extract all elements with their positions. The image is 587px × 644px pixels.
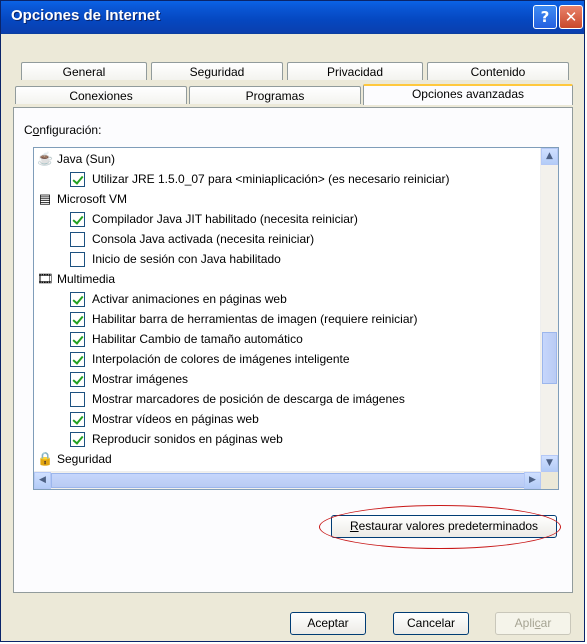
- settings-option-label: Mostrar vídeos en páginas web: [92, 412, 259, 426]
- checkbox[interactable]: [70, 212, 85, 227]
- title-bar[interactable]: Opciones de Internet ? ✕: [1, 1, 584, 34]
- settings-group-label: Seguridad: [57, 452, 112, 466]
- checkbox[interactable]: [70, 352, 85, 367]
- tab-seguridad[interactable]: Seguridad: [151, 62, 283, 80]
- settings-option-label: Habilitar Cambio de tamaño automático: [92, 332, 303, 346]
- tab-programas[interactable]: Programas: [189, 86, 361, 104]
- checkbox[interactable]: [70, 392, 85, 407]
- ok-button[interactable]: Aceptar: [290, 612, 366, 635]
- scroll-down-arrow-icon[interactable]: ▼: [541, 455, 558, 472]
- java-cup-icon: ☕: [37, 151, 54, 166]
- checkbox[interactable]: [70, 432, 85, 447]
- checkbox[interactable]: [70, 372, 85, 387]
- configuracion-label: Configuración:: [24, 123, 102, 137]
- tab-opciones-avanzadas[interactable]: Opciones avanzadas: [363, 84, 573, 105]
- scroll-left-arrow-icon[interactable]: ◀: [34, 472, 51, 489]
- settings-option-label: Mostrar marcadores de posición de descar…: [92, 392, 405, 406]
- tab-privacidad[interactable]: Privacidad: [287, 62, 423, 80]
- document-icon: ▤: [38, 191, 52, 206]
- tab-general[interactable]: General: [21, 62, 147, 80]
- multimedia-icon: 🎞: [37, 271, 54, 286]
- lock-icon: 🔒: [37, 451, 54, 466]
- settings-option-label: Compilador Java JIT habilitado (necesita…: [92, 212, 358, 226]
- vertical-scroll-thumb[interactable]: [542, 332, 557, 384]
- settings-group-label: Microsoft VM: [57, 192, 128, 206]
- settings-option-label: Consola Java activada (necesita reinicia…: [92, 232, 315, 246]
- settings-listbox[interactable]: ☕ Java (Sun) Utilizar JRE 1.5.0_07 para <m…: [33, 147, 559, 490]
- help-button[interactable]: ?: [533, 5, 557, 29]
- settings-option-label: Utilizar JRE 1.5.0_07 para <miniaplicaci…: [92, 172, 450, 186]
- checkbox[interactable]: [70, 312, 85, 327]
- vertical-scrollbar[interactable]: ▲ ▼: [540, 148, 558, 472]
- scroll-up-arrow-icon[interactable]: ▲: [541, 148, 558, 165]
- settings-option-label: Interpolación de colores de imágenes int…: [92, 352, 350, 366]
- horizontal-scroll-thumb[interactable]: [51, 473, 525, 488]
- cancel-button[interactable]: Cancelar: [393, 612, 469, 635]
- scroll-right-arrow-icon[interactable]: ▶: [524, 472, 541, 489]
- checkbox[interactable]: [70, 252, 85, 267]
- horizontal-scrollbar[interactable]: ◀ ▶: [34, 471, 541, 489]
- window-title: Opciones de Internet: [11, 7, 161, 24]
- close-button[interactable]: ✕: [559, 5, 583, 29]
- internet-options-dialog: Opciones de Internet ? ✕ General Segurid…: [0, 0, 585, 642]
- settings-option-label: Mostrar imágenes: [92, 372, 189, 386]
- checkbox[interactable]: [70, 232, 85, 247]
- settings-option-label: Reproducir sonidos en páginas web: [92, 432, 283, 446]
- tab-contenido[interactable]: Contenido: [427, 62, 569, 80]
- tab-conexiones[interactable]: Conexiones: [15, 86, 187, 104]
- settings-option-label: Inicio de sesión con Java habilitado: [92, 252, 281, 266]
- settings-group-label: Java (Sun): [57, 152, 116, 166]
- checkbox[interactable]: [70, 332, 85, 347]
- restore-defaults-button[interactable]: Restaurar valores predeterminados: [331, 515, 557, 538]
- checkbox[interactable]: [70, 292, 85, 307]
- scrollbar-corner: [541, 472, 558, 489]
- checkbox[interactable]: [70, 172, 85, 187]
- apply-button[interactable]: Aplicar: [495, 612, 571, 635]
- checkbox[interactable]: [70, 412, 85, 427]
- settings-option-label: Habilitar barra de herramientas de image…: [92, 312, 418, 326]
- settings-option-label: Activar animaciones en páginas web: [92, 292, 287, 306]
- settings-group-label: Multimedia: [57, 272, 116, 286]
